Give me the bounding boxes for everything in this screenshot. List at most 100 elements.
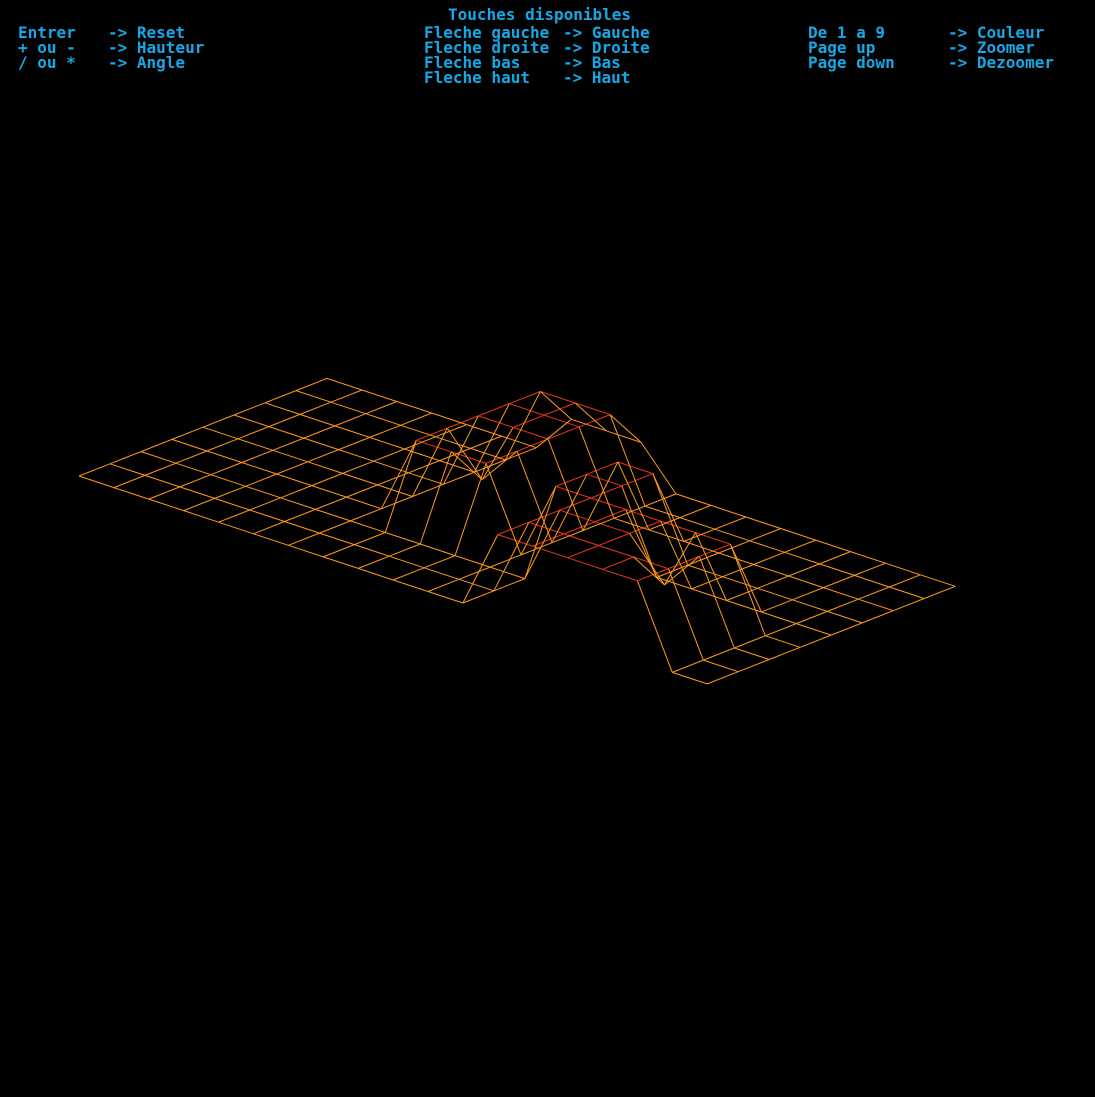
- mesh-edge: [268, 426, 304, 439]
- mesh-edge: [446, 427, 483, 480]
- mesh-edge: [365, 413, 401, 426]
- mesh-edge: [854, 562, 886, 576]
- mesh-edge: [800, 634, 832, 648]
- mesh-edge: [536, 418, 572, 449]
- mesh-edge: [617, 461, 650, 531]
- mesh-edge: [478, 403, 510, 417]
- mesh-edge: [745, 516, 781, 529]
- mesh-edge: [140, 451, 177, 464]
- mesh-edge: [784, 539, 816, 553]
- help-column-3: De 1 a 9 -> Couleur Page up -> Zoomer Page…: [808, 25, 1054, 71]
- mesh-edge: [513, 426, 549, 440]
- mesh-edge: [276, 473, 312, 487]
- mesh-edge: [753, 564, 789, 577]
- mesh-edge: [854, 574, 890, 588]
- mesh-edge: [439, 447, 471, 462]
- help-column-1: Entrer -> Reset + ou - -> Hauteur / ou * ->…: [18, 25, 204, 72]
- mesh-edge: [179, 474, 211, 488]
- mesh-edge: [714, 528, 750, 542]
- mesh-edge: [555, 485, 591, 499]
- mesh-edge: [722, 576, 758, 589]
- mesh-edge: [431, 412, 467, 426]
- mesh-edge: [342, 460, 374, 474]
- mesh-edge: [734, 647, 770, 660]
- mesh-edge: [757, 575, 789, 589]
- mesh-edge: [462, 534, 499, 604]
- mesh-edge: [435, 436, 471, 449]
- mesh-edge: [850, 551, 886, 564]
- mesh-edge: [586, 473, 622, 487]
- mesh-edge: [346, 496, 382, 510]
- mesh-edge: [889, 574, 921, 588]
- mesh-edge: [497, 521, 529, 536]
- mesh-edge: [598, 545, 634, 558]
- mesh-edge: [361, 389, 397, 402]
- mesh-edge: [369, 424, 401, 438]
- mesh-edge: [893, 598, 925, 612]
- help-column-2: Fleche gauche -> Gauche Fleche droite -> D…: [424, 25, 650, 86]
- mesh-edge: [369, 436, 405, 450]
- mesh-edge: [551, 474, 588, 543]
- mesh-edge: [385, 532, 421, 545]
- mesh-edge: [303, 437, 339, 451]
- mesh-edge: [660, 520, 693, 590]
- mesh-edge: [738, 659, 770, 673]
- mesh-edge: [427, 591, 464, 604]
- mesh-edge: [571, 418, 607, 432]
- mesh-edge: [210, 474, 246, 487]
- mesh-edge: [652, 473, 689, 566]
- mesh-edge: [326, 377, 363, 391]
- mesh-edge: [233, 402, 266, 416]
- mesh-edge: [400, 412, 432, 426]
- mesh-edge: [602, 556, 634, 570]
- mesh-edge: [315, 496, 347, 510]
- mesh-edge: [319, 520, 351, 534]
- help-key: / ou *: [18, 53, 76, 72]
- mesh-edge: [636, 580, 673, 673]
- mesh-edge: [338, 449, 374, 462]
- mesh-edge: [241, 462, 277, 475]
- mesh-edge: [862, 610, 894, 624]
- mesh-edge: [885, 562, 921, 576]
- mesh-edge: [831, 622, 863, 636]
- mesh-edge: [202, 426, 239, 440]
- mesh-edge: [648, 529, 684, 542]
- mesh-edge: [400, 424, 436, 438]
- mesh-edge: [691, 588, 727, 601]
- mesh-edge: [761, 611, 797, 625]
- mesh-edge: [237, 426, 270, 440]
- help-row: / ou * -> Angle: [18, 53, 204, 72]
- mesh-edge: [698, 556, 735, 649]
- mesh-edge: [206, 450, 242, 463]
- mesh-edge: [218, 509, 250, 523]
- mesh-edge: [683, 540, 719, 554]
- mesh-edge: [823, 574, 855, 589]
- mesh-edge: [334, 425, 370, 438]
- mesh-edge: [493, 578, 526, 592]
- mesh-edge: [264, 402, 301, 415]
- mesh-edge: [667, 568, 704, 661]
- mesh-edge: [675, 493, 712, 506]
- wireframe-terrain-canvas: [78, 377, 956, 685]
- mesh-edge: [625, 509, 658, 578]
- mesh-edge: [827, 598, 859, 612]
- mesh-edge: [140, 438, 173, 453]
- mesh-edge: [598, 532, 630, 546]
- mesh-edge: [334, 413, 366, 427]
- mesh-edge: [796, 610, 828, 625]
- mesh-edge: [268, 413, 301, 428]
- mesh-edge: [749, 528, 781, 542]
- mesh-edge: [303, 425, 335, 439]
- controls-help-panel: Touches disponibles Entrer -> Reset + ou …: [0, 0, 1095, 100]
- mesh-edge: [555, 473, 588, 487]
- mesh-edge: [609, 414, 646, 507]
- mesh-edge: [358, 567, 394, 581]
- mesh-edge: [761, 599, 793, 613]
- mesh-edge: [726, 600, 762, 613]
- mesh-edge: [729, 544, 766, 636]
- mesh-edge: [392, 579, 429, 592]
- mesh-edge: [144, 474, 180, 488]
- mesh-edge: [175, 450, 208, 464]
- mesh-edge: [218, 521, 254, 535]
- mesh-edge: [683, 528, 715, 542]
